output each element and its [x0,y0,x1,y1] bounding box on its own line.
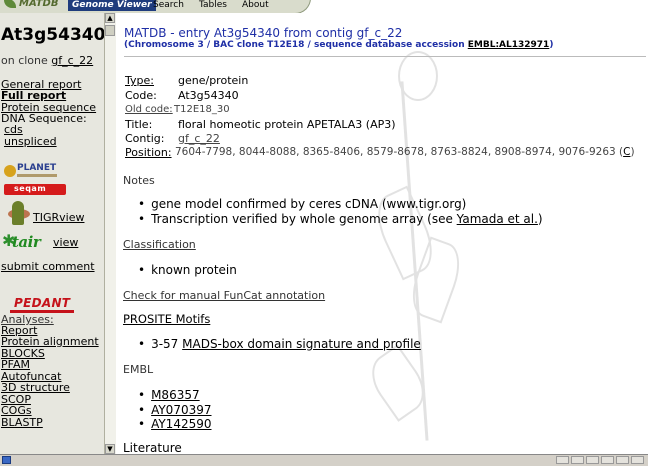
embl-item: M86357 [138,388,200,402]
embl-item: AY142590 [138,417,211,431]
status-cell [586,456,599,464]
tigr-icon[interactable] [8,199,32,229]
subtitle-text: (Chromosome 3 / BAC clone T12E18 / seque… [124,40,468,50]
old-code-value: T12E18_30 [174,104,230,115]
nav-tables[interactable]: Tables [199,0,227,10]
matdb-logo-text: MATDB [19,0,59,9]
scrollbar-thumb[interactable] [105,25,115,36]
funcat-link[interactable]: Check for manual FunCat annotation [123,289,325,302]
note-text: Transcription verified by whole genome a… [151,212,457,226]
nav-genome-viewer[interactable]: Genome Viewer [68,0,156,11]
classification-item: known protein [138,263,237,277]
note-close: ) [537,212,543,226]
subtitle-close: ) [549,40,554,50]
mads-box-link[interactable]: MADS-box domain signature and profile [182,337,421,351]
scroll-down-arrow-icon[interactable]: ▼ [105,444,115,454]
blastp-link[interactable]: BLASTP [1,417,43,429]
prosite-heading-link[interactable]: PROSITE Motifs [123,312,210,326]
type-label-link[interactable]: Type: [125,74,154,87]
pedant-logo[interactable]: PEDANT [14,296,70,310]
title-label: Title: [125,118,153,131]
unspliced-link[interactable]: unspliced [4,136,57,148]
submit-comment-link[interactable]: submit comment [1,261,95,273]
3d-structure-link[interactable]: 3D structure [1,382,70,394]
top-nav-bar: MATDB Genome Viewer Search Tables About [0,0,648,13]
embl-link[interactable]: M86357 [151,388,200,402]
status-cell [556,456,569,464]
type-value: gene/protein [178,74,249,87]
contig-label: Contig: [125,132,165,145]
tigrview-link[interactable]: TIGRview [33,212,84,224]
scroll-up-arrow-icon[interactable]: ▲ [105,13,115,23]
classification-link[interactable]: Classification [123,238,196,251]
cds-link[interactable]: cds [4,124,23,136]
embl-item: AY070397 [138,403,211,417]
prosite-item: 3-57 MADS-box domain signature and profi… [138,337,421,351]
sidebar-clone-link[interactable]: gf_c_22 [51,54,93,67]
planet-logo-text: PLANET [17,163,57,173]
page-status-icon [2,456,11,464]
tair-logo[interactable]: ✱ tair [2,231,56,255]
code-label: Code: [125,89,157,102]
embl-link[interactable]: AY142590 [151,417,211,431]
on-clone-label: on clone [1,54,48,67]
status-bar [0,454,648,466]
plant-watermark-icon [358,51,469,451]
protein-alignment-link[interactable]: Protein alignment [1,336,99,348]
contig-link[interactable]: gf_c_22 [178,132,220,145]
notes-heading: Notes [123,174,155,187]
sidebar-gene-id: At3g54340 [1,25,104,45]
page-title: MATDB - entry At3g54340 from contig gf_c… [124,26,403,40]
planet-ring-icon [4,165,16,177]
status-cell [616,456,629,464]
embl-link[interactable]: AY070397 [151,403,211,417]
main-content: MATDB - entry At3g54340 from contig gf_c… [117,13,648,454]
nav-about[interactable]: About [242,0,269,10]
tigr-icon-figure [12,201,24,225]
nav-search[interactable]: Search [153,0,184,10]
sidebar-scrollbar[interactable]: ▲ ▼ [104,13,116,454]
literature-heading: Literature [123,441,182,454]
sidebar-clone-line: on clone gf_c_22 [1,55,93,67]
embl-heading: EMBL [123,363,154,376]
seqam-logo[interactable]: seqam [4,184,66,195]
embl-accession-link[interactable]: EMBL:AL132971 [468,40,550,50]
title-value: floral homeotic protein APETALA3 (AP3) [178,118,396,131]
status-cell [601,456,614,464]
old-code-label-link[interactable]: Old code: [125,104,173,115]
position-value: 7604-7798, 8044-8088, 8365-8406, 8579-86… [175,146,635,158]
note-item: Transcription verified by whole genome a… [138,212,543,226]
seqam-logo-text: seqam [14,184,47,193]
yamada-link[interactable]: Yamada et al. [457,212,538,226]
divider [124,56,646,57]
position-ranges: 7604-7798, 8044-8088, 8365-8406, 8579-86… [175,146,624,158]
tair-logo-text: tair [12,233,41,251]
cogs-link[interactable]: COGs [1,405,32,417]
position-close: ) [630,146,635,158]
position-label-link[interactable]: Position: [125,146,172,159]
status-cell [571,456,584,464]
matdb-logo[interactable]: MATDB [4,0,58,9]
leaf-icon [4,0,16,8]
code-value: At3g54340 [178,89,239,102]
note-item: gene model confirmed by ceres cDNA (www.… [138,197,466,211]
left-sidebar: At3g54340 on clone gf_c_22 General repor… [0,13,104,454]
full-report-link[interactable]: Full report [1,90,66,102]
planet-subline [17,174,57,177]
pfam-link[interactable]: PFAM [1,359,30,371]
tair-view-link[interactable]: view [53,237,78,249]
entry-subtitle: (Chromosome 3 / BAC clone T12E18 / seque… [124,40,553,50]
prosite-range: 3-57 [151,337,179,351]
status-cell [631,456,644,464]
